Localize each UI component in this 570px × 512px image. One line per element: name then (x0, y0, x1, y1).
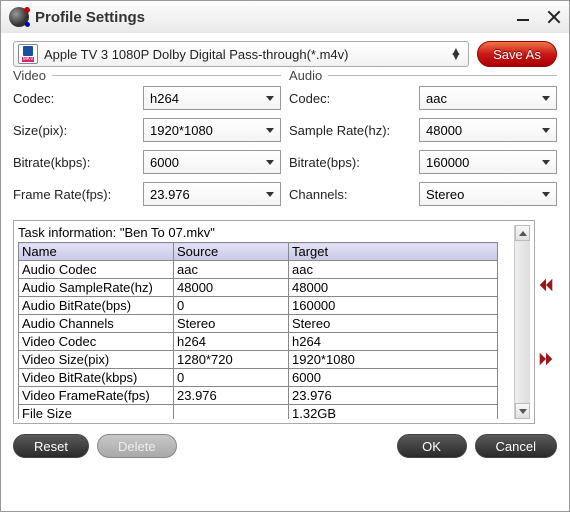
audio-samplerate-select[interactable]: 48000 (419, 118, 557, 142)
cell-target: 160000 (289, 297, 498, 315)
video-size-label: Size(pix): (13, 123, 143, 138)
task-info-label: Task information: "Ben To 07.mkv" (18, 225, 514, 240)
audio-panel: Audio Codec:aac Sample Rate(hz):48000 Bi… (289, 75, 557, 214)
chevron-down-icon (266, 128, 274, 133)
cell-target: h264 (289, 333, 498, 351)
chevron-down-icon (266, 192, 274, 197)
col-source: Source (174, 243, 289, 261)
triangle-down-icon (519, 409, 527, 414)
table-row: Audio ChannelsStereoStereo (19, 315, 498, 333)
table-row: Video FrameRate(fps)23.97623.976 (19, 387, 498, 405)
cell-name: Video BitRate(kbps) (19, 369, 174, 387)
cell-source: Stereo (174, 315, 289, 333)
cell-name: File Size (19, 405, 174, 420)
audio-heading: Audio (289, 68, 328, 83)
cell-source: 23.976 (174, 387, 289, 405)
video-bitrate-select[interactable]: 6000 (143, 150, 281, 174)
video-panel: Video Codec:h264 Size(pix):1920*1080 Bit… (13, 75, 281, 214)
chevron-down-icon (266, 160, 274, 165)
title-bar: Profile Settings (1, 1, 569, 33)
video-framerate-label: Frame Rate(fps): (13, 187, 143, 202)
audio-channels-select[interactable]: Stereo (419, 182, 557, 206)
video-codec-label: Codec: (13, 91, 143, 106)
cell-target: aac (289, 261, 498, 279)
cell-source: 1280*720 (174, 351, 289, 369)
profile-format-icon: MKV (18, 44, 38, 64)
profile-selected-text: Apple TV 3 1080P Dolby Digital Pass-thro… (44, 47, 448, 62)
task-table: Name Source Target Audio CodecaacaacAudi… (18, 242, 498, 419)
cell-name: Video FrameRate(fps) (19, 387, 174, 405)
cell-target: 6000 (289, 369, 498, 387)
app-icon (9, 7, 29, 27)
audio-codec-label: Codec: (289, 91, 419, 106)
audio-bitrate-select[interactable]: 160000 (419, 150, 557, 174)
next-task-button[interactable] (536, 349, 556, 369)
table-row: Audio SampleRate(hz)4800048000 (19, 279, 498, 297)
cell-target: 23.976 (289, 387, 498, 405)
audio-bitrate-label: Bitrate(bps): (289, 155, 419, 170)
cell-source: 0 (174, 297, 289, 315)
table-row: Audio BitRate(bps)0160000 (19, 297, 498, 315)
table-row: Video Codech264h264 (19, 333, 498, 351)
audio-samplerate-label: Sample Rate(hz): (289, 123, 419, 138)
cell-target: 1920*1080 (289, 351, 498, 369)
close-button[interactable] (547, 10, 561, 24)
table-row: File Size 1.32GB (19, 405, 498, 420)
video-bitrate-label: Bitrate(kbps): (13, 155, 143, 170)
cell-source: aac (174, 261, 289, 279)
chevron-down-icon (266, 96, 274, 101)
reset-button[interactable]: Reset (13, 434, 89, 458)
triangle-up-icon (519, 231, 527, 236)
cell-source (174, 405, 289, 420)
dropdown-arrow-icon: ▲▼ (448, 46, 464, 62)
prev-task-button[interactable] (536, 275, 556, 295)
chevron-down-icon (542, 96, 550, 101)
cell-name: Video Codec (19, 333, 174, 351)
cell-name: Audio Codec (19, 261, 174, 279)
vertical-scrollbar[interactable] (514, 225, 530, 419)
chevron-down-icon (542, 128, 550, 133)
cell-target: 48000 (289, 279, 498, 297)
save-as-button[interactable]: Save As (477, 41, 557, 67)
video-size-select[interactable]: 1920*1080 (143, 118, 281, 142)
chevron-down-icon (542, 192, 550, 197)
cell-source: 0 (174, 369, 289, 387)
video-codec-select[interactable]: h264 (143, 86, 281, 110)
chevron-down-icon (542, 160, 550, 165)
col-name: Name (19, 243, 174, 261)
table-row: Video Size(pix)1280*7201920*1080 (19, 351, 498, 369)
col-target: Target (289, 243, 498, 261)
minimize-button[interactable] (517, 11, 529, 23)
audio-codec-select[interactable]: aac (419, 86, 557, 110)
cancel-button[interactable]: Cancel (475, 434, 557, 458)
table-row: Video BitRate(kbps)06000 (19, 369, 498, 387)
scroll-track[interactable] (515, 241, 530, 403)
scroll-down-button[interactable] (515, 403, 530, 419)
table-row: Audio Codecaacaac (19, 261, 498, 279)
ok-button[interactable]: OK (397, 434, 467, 458)
task-info-panel: Task information: "Ben To 07.mkv" Name S… (13, 220, 535, 424)
cell-source: h264 (174, 333, 289, 351)
audio-channels-label: Channels: (289, 187, 419, 202)
cell-name: Audio BitRate(bps) (19, 297, 174, 315)
video-heading: Video (13, 68, 52, 83)
profile-select[interactable]: MKV Apple TV 3 1080P Dolby Digital Pass-… (13, 41, 469, 67)
cell-name: Video Size(pix) (19, 351, 174, 369)
cell-target: 1.32GB (289, 405, 498, 420)
delete-button[interactable]: Delete (97, 434, 177, 458)
cell-name: Audio SampleRate(hz) (19, 279, 174, 297)
window-title: Profile Settings (35, 9, 517, 26)
table-header-row: Name Source Target (19, 243, 498, 261)
cell-name: Audio Channels (19, 315, 174, 333)
cell-target: Stereo (289, 315, 498, 333)
scroll-up-button[interactable] (515, 225, 530, 241)
video-framerate-select[interactable]: 23.976 (143, 182, 281, 206)
cell-source: 48000 (174, 279, 289, 297)
